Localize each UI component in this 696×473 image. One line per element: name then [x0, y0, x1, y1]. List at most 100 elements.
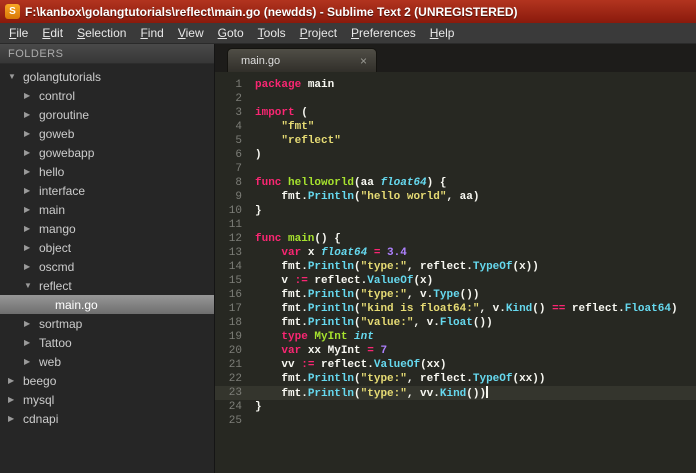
tab-label: main.go — [241, 54, 281, 67]
code-text: fmt.Println("hello world", aa) — [255, 191, 480, 203]
code-line-24[interactable]: 24} — [215, 400, 696, 414]
tree-collapsed-arrow-icon[interactable]: ▶ — [24, 357, 39, 366]
code-line-22[interactable]: 22 fmt.Println("type:", reflect.TypeOf(x… — [215, 372, 696, 386]
tree-item-label: mysql — [23, 392, 55, 407]
tree-collapsed-arrow-icon[interactable]: ▶ — [24, 148, 39, 157]
line-number: 6 — [235, 149, 242, 161]
main-area: FOLDERS ▼ golangtutorials ▶ control ▶ gorouti… — [0, 44, 696, 473]
menu-edit[interactable]: Edit — [35, 24, 70, 42]
tree-item-interface[interactable]: ▶ interface — [0, 181, 214, 200]
code-text: "fmt" — [281, 121, 315, 133]
tree-item-main[interactable]: ▶ main — [0, 200, 214, 219]
code-line-8[interactable]: 8 func helloworld(aa float64) { — [215, 176, 696, 190]
tree-collapsed-arrow-icon[interactable]: ▶ — [24, 91, 39, 100]
tree-collapsed-arrow-icon[interactable]: ▶ — [8, 395, 23, 404]
code-text: func main() { — [255, 233, 341, 245]
menu-selection[interactable]: Selection — [70, 24, 133, 42]
code-editor[interactable]: 1 package main 2 3 import (4 "fmt" 5 "reflect… — [215, 72, 696, 473]
tree-collapsed-arrow-icon[interactable]: ▶ — [24, 186, 39, 195]
code-line-10[interactable]: 10} — [215, 204, 696, 218]
code-text: } — [255, 401, 262, 413]
tree-item-main-go[interactable]: main.go — [0, 295, 214, 314]
code-line-11[interactable]: 11 — [215, 218, 696, 232]
code-line-21[interactable]: 21 vv := reflect.ValueOf(xx) — [215, 358, 696, 372]
sublime-app-icon: S — [5, 4, 20, 19]
code-line-18[interactable]: 18 fmt.Println("value:", v.Float()) — [215, 316, 696, 330]
code-line-1[interactable]: 1 package main — [215, 78, 696, 92]
tree-collapsed-arrow-icon[interactable]: ▶ — [24, 262, 39, 271]
tree-item-cdnapi[interactable]: ▶ cdnapi — [0, 409, 214, 428]
code-line-2[interactable]: 2 — [215, 92, 696, 106]
tree-collapsed-arrow-icon[interactable]: ▶ — [24, 167, 39, 176]
code-text: fmt.Println("type:", reflect.TypeOf(xx)) — [255, 373, 546, 385]
tree-item-reflect[interactable]: ▼ reflect — [0, 276, 214, 295]
code-line-14[interactable]: 14 fmt.Println("type:", reflect.TypeOf(x… — [215, 260, 696, 274]
code-line-16[interactable]: 16 fmt.Println("type:", v.Type()) — [215, 288, 696, 302]
tree-collapsed-arrow-icon[interactable]: ▶ — [8, 376, 23, 385]
code-line-12[interactable]: 12 func main() { — [215, 232, 696, 246]
code-line-4[interactable]: 4 "fmt" — [215, 120, 696, 134]
tree-expanded-arrow-icon[interactable]: ▼ — [24, 281, 39, 290]
tree-collapsed-arrow-icon[interactable]: ▶ — [8, 414, 23, 423]
tree-collapsed-arrow-icon[interactable]: ▶ — [24, 338, 39, 347]
tree-collapsed-arrow-icon[interactable]: ▶ — [24, 205, 39, 214]
tree-item-goweb[interactable]: ▶ goweb — [0, 124, 214, 143]
code-line-19[interactable]: 19 type MyInt int — [215, 330, 696, 344]
tree-item-tattoo[interactable]: ▶ Tattoo — [0, 333, 214, 352]
folder-tree: ▼ golangtutorials ▶ control ▶ goroutine ▶ goweb… — [0, 64, 214, 473]
code-text: var x float64 = 3.4 — [281, 247, 407, 259]
tab-close-icon[interactable]: × — [360, 55, 367, 67]
tree-collapsed-arrow-icon[interactable]: ▶ — [24, 319, 39, 328]
line-number: 13 — [228, 247, 242, 259]
tree-item-control[interactable]: ▶ control — [0, 86, 214, 105]
code-line-9[interactable]: 9 fmt.Println("hello world", aa) — [215, 190, 696, 204]
line-number: 12 — [228, 233, 242, 245]
tree-item-label: sortmap — [39, 316, 83, 331]
tree-item-mysql[interactable]: ▶ mysql — [0, 390, 214, 409]
tree-item-gowebapp[interactable]: ▶ gowebapp — [0, 143, 214, 162]
tree-item-sortmap[interactable]: ▶ sortmap — [0, 314, 214, 333]
title-bar[interactable]: S F:\kanbox\golangtutorials\reflect\main… — [0, 0, 696, 23]
menu-find[interactable]: Find — [133, 24, 170, 42]
text-cursor — [486, 386, 489, 398]
tree-item-label: control — [39, 88, 76, 103]
menu-goto[interactable]: Goto — [211, 24, 251, 42]
tree-collapsed-arrow-icon[interactable]: ▶ — [24, 224, 39, 233]
tree-collapsed-arrow-icon[interactable]: ▶ — [24, 243, 39, 252]
code-line-13[interactable]: 13 var x float64 = 3.4 — [215, 246, 696, 260]
tree-item-goroutine[interactable]: ▶ goroutine — [0, 105, 214, 124]
tree-expanded-arrow-icon[interactable]: ▼ — [8, 72, 23, 81]
code-line-6[interactable]: 6) — [215, 148, 696, 162]
code-line-3[interactable]: 3 import ( — [215, 106, 696, 120]
tab-main-go[interactable]: main.go × — [227, 48, 377, 72]
line-number: 7 — [235, 163, 242, 175]
line-number: 23 — [228, 387, 242, 399]
tree-item-mango[interactable]: ▶ mango — [0, 219, 214, 238]
tree-item-hello[interactable]: ▶ hello — [0, 162, 214, 181]
tree-item-beego[interactable]: ▶ beego — [0, 371, 214, 390]
tree-item-label: reflect — [39, 278, 72, 293]
tree-collapsed-arrow-icon[interactable]: ▶ — [24, 110, 39, 119]
code-line-7[interactable]: 7 — [215, 162, 696, 176]
menu-file[interactable]: File — [2, 24, 35, 42]
tree-collapsed-arrow-icon[interactable]: ▶ — [24, 129, 39, 138]
tree-item-object[interactable]: ▶ object — [0, 238, 214, 257]
code-line-5[interactable]: 5 "reflect" — [215, 134, 696, 148]
tree-item-golangtutorials[interactable]: ▼ golangtutorials — [0, 67, 214, 86]
menu-preferences[interactable]: Preferences — [344, 24, 423, 42]
code-line-23[interactable]: 23 fmt.Println("type:", vv.Kind()) — [215, 386, 696, 400]
code-text: } — [255, 205, 262, 217]
code-line-25[interactable]: 25 — [215, 414, 696, 428]
tree-item-oscmd[interactable]: ▶ oscmd — [0, 257, 214, 276]
menu-help[interactable]: Help — [423, 24, 462, 42]
menu-view[interactable]: View — [171, 24, 211, 42]
menu-tools[interactable]: Tools — [251, 24, 293, 42]
line-number: 17 — [228, 303, 242, 315]
code-line-15[interactable]: 15 v := reflect.ValueOf(x) — [215, 274, 696, 288]
line-number: 25 — [228, 415, 242, 427]
tree-item-web[interactable]: ▶ web — [0, 352, 214, 371]
menu-project[interactable]: Project — [293, 24, 344, 42]
code-line-20[interactable]: 20 var xx MyInt = 7 — [215, 344, 696, 358]
code-line-17[interactable]: 17 fmt.Println("kind is float64:", v.Kin… — [215, 302, 696, 316]
